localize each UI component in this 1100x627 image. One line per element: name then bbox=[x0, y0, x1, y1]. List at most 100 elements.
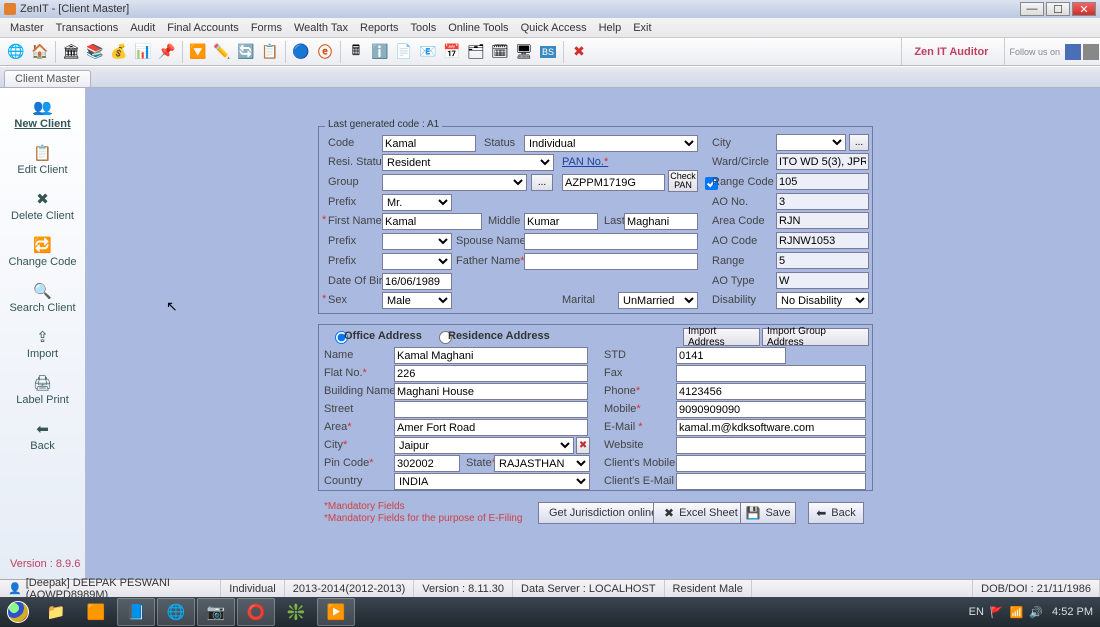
tab-client-master[interactable]: Client Master bbox=[4, 70, 91, 87]
fax-input[interactable] bbox=[676, 365, 866, 382]
prefix2-select[interactable] bbox=[382, 233, 452, 250]
taskbar-powerpoint[interactable]: ▶️ bbox=[317, 598, 355, 626]
group-select[interactable] bbox=[382, 174, 527, 191]
disability-select[interactable]: No Disability bbox=[776, 292, 869, 309]
menu-forms[interactable]: Forms bbox=[245, 22, 288, 34]
save-button[interactable]: 💾Save bbox=[740, 502, 796, 524]
ao-no-input[interactable] bbox=[776, 193, 869, 210]
toolbar-btn-21[interactable]: 🖥 bbox=[513, 41, 535, 63]
father-input[interactable] bbox=[524, 253, 698, 270]
maximize-button[interactable]: ☐ bbox=[1046, 2, 1070, 16]
sidebar-search-client[interactable]: 🔍Search Client bbox=[0, 278, 85, 324]
sidebar-delete-client[interactable]: ✖Delete Client bbox=[0, 186, 85, 232]
label-pan[interactable]: PAN No.* bbox=[562, 156, 608, 168]
marital-select[interactable]: UnMarried bbox=[618, 292, 698, 309]
tray-flag-icon[interactable]: 🚩 bbox=[990, 606, 1004, 619]
phone-input[interactable] bbox=[676, 383, 866, 400]
toolbar-btn-22[interactable]: BS bbox=[537, 41, 559, 63]
toolbar-btn-20[interactable]: 🗓 bbox=[489, 41, 511, 63]
ao-code-input[interactable] bbox=[776, 232, 869, 249]
tray-clock[interactable]: 4:52 PM bbox=[1052, 607, 1093, 618]
menu-online-tools[interactable]: Online Tools bbox=[442, 22, 514, 34]
dob-input[interactable] bbox=[382, 273, 452, 290]
resi-status-select[interactable]: Resident bbox=[382, 154, 554, 171]
import-address-button[interactable]: Import Address bbox=[683, 328, 760, 346]
start-button[interactable] bbox=[0, 597, 36, 627]
last-name-input[interactable] bbox=[624, 213, 698, 230]
menu-exit[interactable]: Exit bbox=[627, 22, 657, 34]
toolbar-btn-13[interactable]: ⓔ bbox=[314, 41, 336, 63]
country-select[interactable]: INDIA bbox=[394, 473, 590, 490]
prefix1-select[interactable]: Mr. bbox=[382, 194, 452, 211]
toolbar-btn-close[interactable]: ✖ bbox=[568, 41, 590, 63]
toolbar-btn-19[interactable]: 🗂 bbox=[465, 41, 487, 63]
middle-name-input[interactable] bbox=[524, 213, 598, 230]
taskbar-chrome[interactable]: 🌐 bbox=[157, 598, 195, 626]
tray-sound-icon[interactable]: 🔊 bbox=[1029, 606, 1043, 619]
tray-network-icon[interactable]: 📶 bbox=[1010, 606, 1024, 619]
minimize-button[interactable]: — bbox=[1020, 2, 1044, 16]
tray-lang[interactable]: EN bbox=[969, 606, 984, 618]
code-input[interactable] bbox=[382, 135, 476, 152]
menu-quick-access[interactable]: Quick Access bbox=[515, 22, 593, 34]
spouse-input[interactable] bbox=[524, 233, 698, 250]
menu-audit[interactable]: Audit bbox=[124, 22, 161, 34]
toolbar-btn-17[interactable]: 📧 bbox=[417, 41, 439, 63]
toolbar-btn-10[interactable]: 🔄 bbox=[235, 41, 257, 63]
toolbar-btn-15[interactable]: ℹ️ bbox=[369, 41, 391, 63]
taskbar-app-3[interactable]: 📘 bbox=[117, 598, 155, 626]
close-button[interactable]: ✕ bbox=[1072, 2, 1096, 16]
toolbar-btn-2[interactable]: 🏠 bbox=[29, 41, 51, 63]
toolbar-btn-1[interactable]: 🌐 bbox=[5, 41, 27, 63]
status-select[interactable]: Individual bbox=[524, 135, 698, 152]
range-input[interactable] bbox=[776, 252, 869, 269]
menu-tools[interactable]: Tools bbox=[405, 22, 443, 34]
mobile-input[interactable] bbox=[676, 401, 866, 418]
range-code-input[interactable] bbox=[776, 173, 869, 190]
menu-master[interactable]: Master bbox=[4, 22, 50, 34]
toolbar-btn-4[interactable]: 📚 bbox=[84, 41, 106, 63]
taskbar-app-7[interactable]: ❇️ bbox=[277, 598, 315, 626]
addr-name-input[interactable] bbox=[394, 347, 588, 364]
check-pan-button[interactable]: Check PAN bbox=[668, 170, 698, 192]
toolbar-btn-5[interactable]: 💰 bbox=[108, 41, 130, 63]
toolbar-btn-9[interactable]: ✏️ bbox=[211, 41, 233, 63]
menu-transactions[interactable]: Transactions bbox=[50, 22, 125, 34]
menu-wealth-tax[interactable]: Wealth Tax bbox=[288, 22, 354, 34]
first-name-input[interactable] bbox=[382, 213, 482, 230]
group-lookup-button[interactable]: ... bbox=[531, 174, 553, 191]
prefix3-select[interactable] bbox=[382, 253, 452, 270]
client-mobile-input[interactable] bbox=[676, 455, 866, 472]
get-jurisdiction-button[interactable]: Get Jurisdiction online bbox=[538, 502, 668, 524]
area-input[interactable] bbox=[394, 419, 588, 436]
sidebar-back[interactable]: ⬅Back bbox=[0, 416, 85, 462]
taskbar-explorer[interactable]: 📁 bbox=[37, 598, 75, 626]
toolbar-btn-3[interactable]: 🏛 bbox=[60, 41, 82, 63]
menu-help[interactable]: Help bbox=[593, 22, 628, 34]
back-button[interactable]: ⬅Back bbox=[808, 502, 864, 524]
ao-type-input[interactable] bbox=[776, 272, 869, 289]
toolbar-btn-6[interactable]: 📊 bbox=[132, 41, 154, 63]
sidebar-edit-client[interactable]: 📋Edit Client bbox=[0, 140, 85, 186]
addr-city-select[interactable]: Jaipur bbox=[394, 437, 574, 454]
ward-input[interactable] bbox=[776, 153, 869, 170]
sex-select[interactable]: Male bbox=[382, 292, 452, 309]
client-email-input[interactable] bbox=[676, 473, 866, 490]
import-group-address-button[interactable]: Import Group Address bbox=[762, 328, 869, 346]
city-lookup-button[interactable]: ... bbox=[849, 134, 869, 151]
city-clear-button[interactable]: ✖ bbox=[576, 437, 590, 454]
taskbar-app-6[interactable]: ⭕ bbox=[237, 598, 275, 626]
menu-final-accounts[interactable]: Final Accounts bbox=[161, 22, 245, 34]
sidebar-import[interactable]: ⇪Import bbox=[0, 324, 85, 370]
toolbar-btn-12[interactable]: 🔵 bbox=[290, 41, 312, 63]
website-input[interactable] bbox=[676, 437, 866, 454]
toolbar-btn-18[interactable]: 📅 bbox=[441, 41, 463, 63]
toolbar-btn-8[interactable]: 🔽 bbox=[187, 41, 209, 63]
street-input[interactable] bbox=[394, 401, 588, 418]
toolbar-btn-11[interactable]: 📋 bbox=[259, 41, 281, 63]
social-icon-2[interactable] bbox=[1083, 44, 1099, 60]
area-code-input[interactable] bbox=[776, 212, 869, 229]
taskbar-app-5[interactable]: 📷 bbox=[197, 598, 235, 626]
city-select[interactable] bbox=[776, 134, 846, 151]
state-select[interactable]: RAJASTHAN bbox=[494, 455, 590, 472]
